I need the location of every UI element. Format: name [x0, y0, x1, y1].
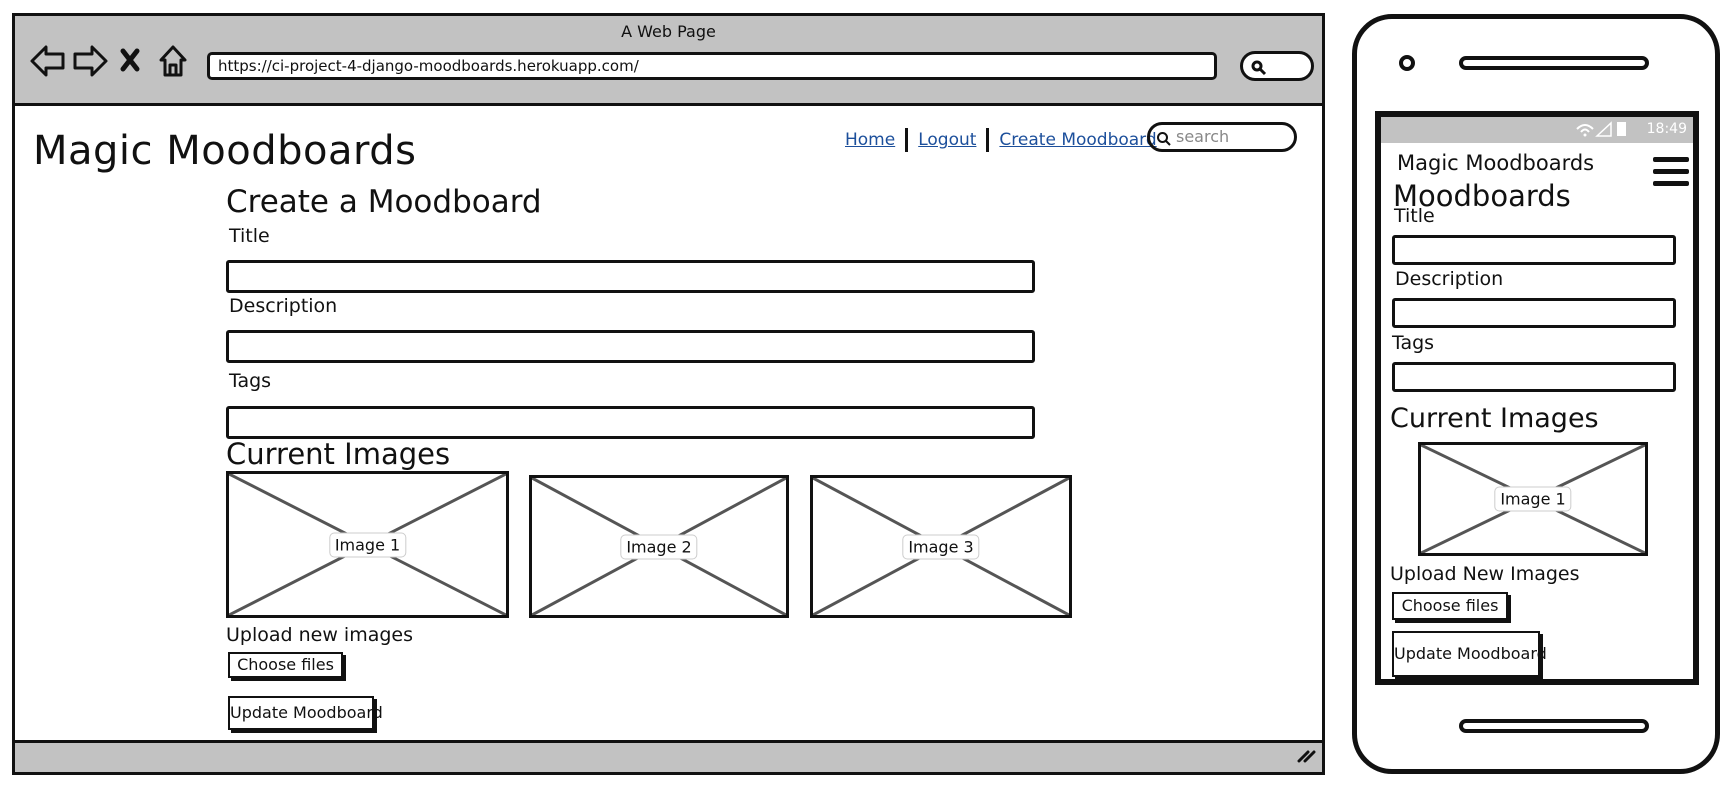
status-time: 18:49: [1646, 121, 1687, 137]
mobile-choose-files-button[interactable]: Choose files: [1392, 592, 1508, 620]
mobile-image-placeholder[interactable]: Image 1: [1418, 442, 1648, 556]
image-label: Image 2: [620, 534, 698, 559]
mobile-title-field[interactable]: [1392, 235, 1676, 265]
home-icon[interactable]: [157, 42, 195, 80]
mobile-tags-label: Tags: [1392, 332, 1435, 354]
choose-files-button[interactable]: Choose files: [228, 652, 343, 678]
resize-grip-icon[interactable]: [1296, 744, 1316, 768]
address-bar[interactable]: https://ci-project-4-django-moodboards.h…: [207, 52, 1217, 80]
search-input[interactable]: search: [1147, 122, 1297, 152]
nav-divider: [986, 128, 990, 152]
speaker-grille: [1459, 56, 1649, 70]
mobile-tags-field[interactable]: [1392, 362, 1676, 392]
image-label: Image 1: [328, 532, 407, 557]
phone-screen: 18:49 Magic Moodboards Moodboards Title …: [1375, 111, 1699, 685]
page-title: Create a Moodboard: [226, 184, 542, 220]
image-label: Image 1: [1494, 486, 1572, 512]
site-nav: Home Logout Create Moodboard: [845, 126, 1157, 154]
tags-field[interactable]: [226, 406, 1035, 439]
mobile-brand[interactable]: Magic Moodboards: [1397, 151, 1594, 175]
window-title: A Web Page: [621, 22, 716, 41]
nav-divider: [905, 128, 909, 152]
nav-home-link[interactable]: Home: [845, 130, 895, 150]
forward-arrow-icon[interactable]: [71, 42, 109, 80]
upload-label: Upload new images: [226, 624, 414, 646]
browser-toolbar: A Web Page https://ci-project-4-django-m…: [15, 16, 1322, 106]
title-label: Title: [229, 225, 270, 247]
mobile-description-label: Description: [1395, 268, 1504, 290]
search-icon: [1251, 60, 1267, 76]
search-icon: [1157, 132, 1171, 146]
mobile-upload-label: Upload New Images: [1390, 563, 1580, 585]
browser-window: A Web Page https://ci-project-4-django-m…: [12, 13, 1325, 775]
phone-status-bar: 18:49: [1381, 117, 1693, 143]
tags-label: Tags: [229, 370, 272, 392]
title-field[interactable]: [226, 260, 1035, 293]
back-arrow-icon[interactable]: [29, 42, 67, 80]
mobile-title-label: Title: [1394, 205, 1435, 227]
current-images-heading: Current Images: [226, 437, 451, 471]
home-button[interactable]: [1459, 719, 1649, 733]
hamburger-menu-icon[interactable]: [1653, 157, 1689, 187]
image-placeholder[interactable]: Image 1: [226, 471, 509, 618]
site-brand[interactable]: Magic Moodboards: [33, 128, 416, 174]
phone-frame: 18:49 Magic Moodboards Moodboards Title …: [1352, 14, 1720, 774]
stop-icon[interactable]: [117, 42, 155, 80]
description-label: Description: [229, 295, 338, 317]
nav-logout-link[interactable]: Logout: [918, 130, 976, 150]
image-label: Image 3: [902, 534, 980, 559]
signal-battery-icons: [1575, 121, 1635, 141]
update-moodboard-button[interactable]: Update Moodboard: [228, 696, 383, 730]
mobile-description-field[interactable]: [1392, 298, 1676, 328]
mobile-current-images-heading: Current Images: [1390, 403, 1599, 434]
mobile-update-moodboard-button[interactable]: Update Moodboard: [1392, 631, 1547, 677]
browser-statusbar: [15, 740, 1322, 772]
image-placeholder[interactable]: Image 2: [529, 475, 789, 618]
search-placeholder: search: [1176, 127, 1230, 146]
image-placeholder[interactable]: Image 3: [810, 475, 1072, 618]
browser-search-button[interactable]: [1240, 51, 1314, 81]
description-field[interactable]: [226, 330, 1035, 363]
nav-create-moodboard-link[interactable]: Create Moodboard: [999, 130, 1156, 150]
camera-icon: [1399, 55, 1415, 71]
